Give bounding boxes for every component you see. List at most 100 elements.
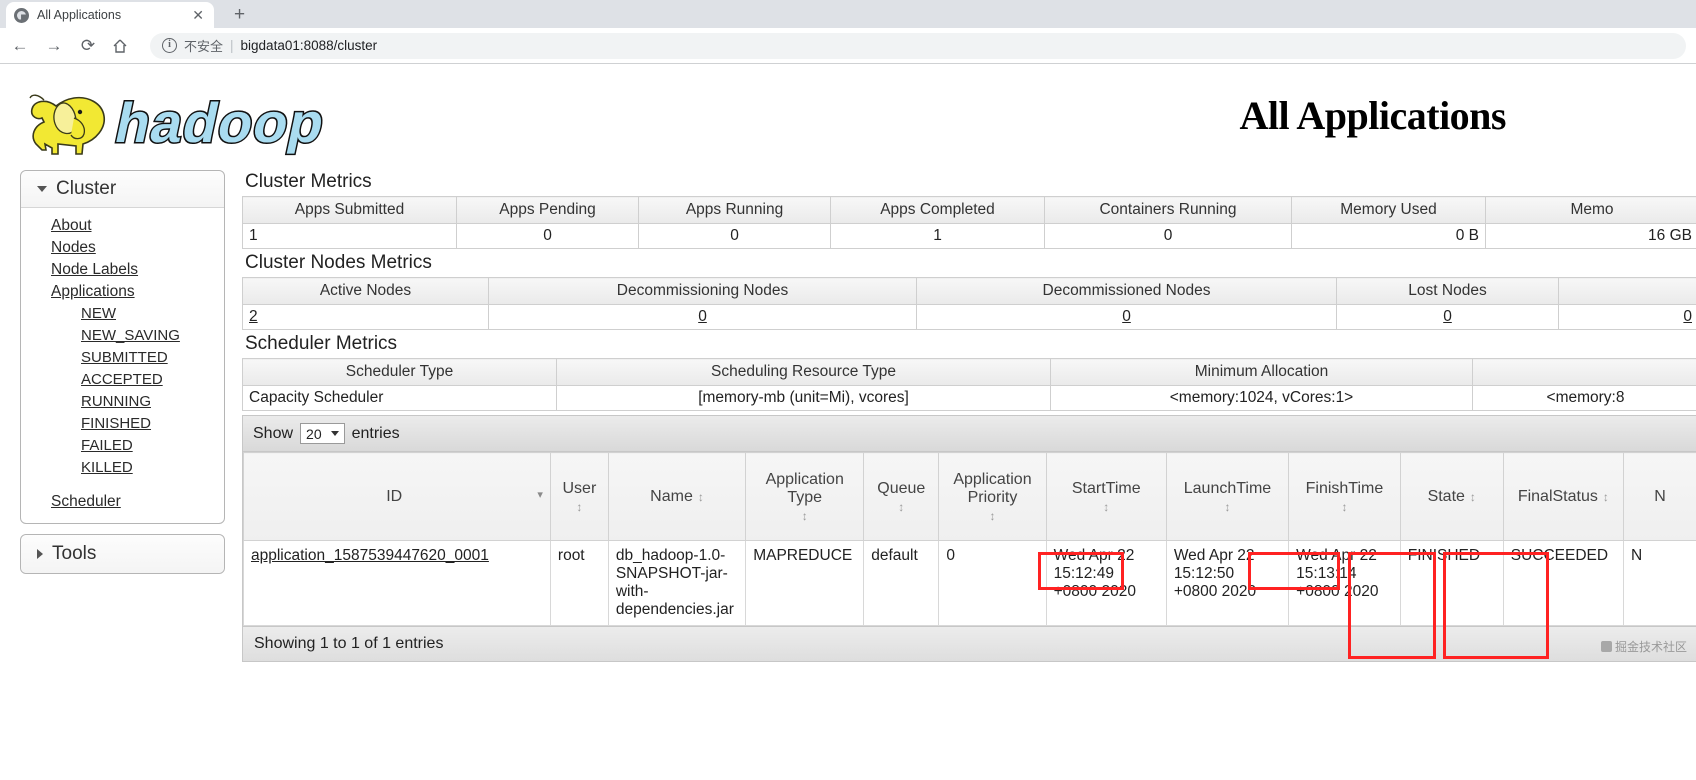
sidebar-state-new[interactable]: NEW bbox=[81, 303, 116, 325]
col-memory-total[interactable]: Memo bbox=[1485, 196, 1696, 224]
sort-icon[interactable]: ↕ bbox=[558, 500, 601, 514]
tools-nav-box[interactable]: Tools bbox=[20, 534, 225, 574]
table-header-row: ID ▾ User ↕ Name ↕ Application Type ↕ Qu… bbox=[243, 452, 1696, 541]
val-decommissioned-nodes[interactable]: 0 bbox=[1122, 308, 1131, 325]
info-icon[interactable]: i bbox=[162, 38, 177, 53]
val-scheduler-type: Capacity Scheduler bbox=[242, 385, 557, 411]
sort-icon[interactable]: ↕ bbox=[871, 500, 931, 514]
col-apps-pending[interactable]: Apps Pending bbox=[456, 196, 639, 224]
val-lost-nodes[interactable]: 0 bbox=[1443, 308, 1452, 325]
sort-icon[interactable]: ↕ bbox=[1296, 500, 1393, 514]
col-queue[interactable]: Queue ↕ bbox=[863, 452, 940, 541]
col-user[interactable]: User ↕ bbox=[549, 452, 609, 541]
cell-start-time: Wed Apr 22 15:12:49 +0800 2020 bbox=[1045, 540, 1167, 626]
sidebar-state-running[interactable]: RUNNING bbox=[81, 391, 151, 413]
page-size-select[interactable]: 20 bbox=[300, 423, 345, 444]
cell-final-status: SUCCEEDED bbox=[1502, 540, 1624, 626]
application-id-link[interactable]: application_1587539447620_0001 bbox=[251, 547, 489, 564]
tools-nav-header[interactable]: Tools bbox=[21, 535, 224, 573]
sort-desc-icon[interactable]: ▾ bbox=[537, 488, 543, 501]
close-icon[interactable]: ✕ bbox=[190, 8, 206, 22]
sort-icon[interactable]: ↕ bbox=[1603, 491, 1609, 503]
col-maximum-allocation[interactable] bbox=[1472, 358, 1696, 386]
table-row: Capacity Scheduler [memory-mb (unit=Mi),… bbox=[242, 385, 1696, 411]
sort-icon[interactable]: ↕ bbox=[698, 491, 704, 503]
col-state[interactable]: State ↕ bbox=[1399, 452, 1504, 541]
entries-label: entries bbox=[351, 424, 400, 442]
col-apps-submitted[interactable]: Apps Submitted bbox=[242, 196, 457, 224]
col-active-nodes[interactable]: Active Nodes bbox=[242, 277, 489, 305]
show-label: Show bbox=[253, 424, 294, 442]
val-scheduling-resource-type: [memory-mb (unit=Mi), vcores] bbox=[556, 385, 1051, 411]
table-header-row: Apps Submitted Apps Pending Apps Running… bbox=[242, 196, 1696, 224]
tools-nav-label: Tools bbox=[52, 543, 97, 564]
col-minimum-allocation[interactable]: Minimum Allocation bbox=[1050, 358, 1473, 386]
sidebar-item-node-labels[interactable]: Node Labels bbox=[51, 259, 138, 281]
col-decommissioned-nodes[interactable]: Decommissioned Nodes bbox=[916, 277, 1337, 305]
sort-icon[interactable]: ↕ bbox=[1470, 491, 1476, 503]
svg-text:hadoop: hadoop bbox=[110, 92, 331, 154]
col-memory-used[interactable]: Memory Used bbox=[1291, 196, 1486, 224]
val-nodes-extra[interactable]: 0 bbox=[1683, 308, 1692, 325]
col-apps-running[interactable]: Apps Running bbox=[638, 196, 831, 224]
table-row[interactable]: application_1587539447620_0001 root db_h… bbox=[243, 540, 1696, 626]
scheduler-metrics-table: Scheduler Type Scheduling Resource Type … bbox=[242, 358, 1696, 411]
sort-icon[interactable]: ↕ bbox=[1054, 500, 1159, 514]
reload-icon[interactable]: ⟳ bbox=[78, 37, 98, 54]
col-start-time[interactable]: StartTime ↕ bbox=[1045, 452, 1167, 541]
home-icon[interactable] bbox=[112, 38, 132, 54]
col-name[interactable]: Name ↕ bbox=[607, 452, 747, 541]
security-label: 不安全 bbox=[184, 39, 224, 54]
sort-icon[interactable]: ↕ bbox=[1174, 500, 1281, 514]
forward-icon[interactable]: → bbox=[44, 37, 64, 54]
chevron-right-icon bbox=[37, 549, 43, 559]
col-apps-completed[interactable]: Apps Completed bbox=[830, 196, 1045, 224]
browser-chrome: All Applications ✕ + bbox=[0, 0, 1696, 28]
sidebar-item-applications[interactable]: Applications bbox=[51, 281, 135, 303]
col-id[interactable]: ID ▾ bbox=[243, 452, 551, 541]
chevron-down-icon bbox=[37, 186, 47, 192]
col-final-status[interactable]: FinalStatus ↕ bbox=[1502, 452, 1624, 541]
col-nodes-extra[interactable] bbox=[1558, 277, 1696, 305]
cluster-nodes-metrics-title: Cluster Nodes Metrics bbox=[245, 252, 432, 273]
cluster-metrics-table: Apps Submitted Apps Pending Apps Running… bbox=[242, 196, 1696, 249]
sidebar-state-submitted[interactable]: SUBMITTED bbox=[81, 347, 168, 369]
cluster-nav-header[interactable]: Cluster bbox=[21, 171, 224, 208]
sort-icon[interactable]: ↕ bbox=[946, 509, 1038, 523]
new-tab-button[interactable]: + bbox=[228, 5, 251, 24]
col-containers-running[interactable]: Containers Running bbox=[1044, 196, 1292, 224]
back-icon[interactable]: ← bbox=[10, 37, 30, 54]
address-bar[interactable]: i 不安全 | bigdata01:8088/cluster bbox=[150, 32, 1686, 59]
col-launch-time[interactable]: LaunchTime ↕ bbox=[1165, 452, 1290, 541]
sidebar-item-nodes[interactable]: Nodes bbox=[51, 237, 96, 259]
sidebar-state-failed[interactable]: FAILED bbox=[81, 435, 133, 457]
col-scheduler-type[interactable]: Scheduler Type bbox=[242, 358, 557, 386]
col-lost-nodes[interactable]: Lost Nodes bbox=[1336, 277, 1559, 305]
sort-icon[interactable]: ↕ bbox=[753, 509, 856, 523]
sidebar-item-about[interactable]: About bbox=[51, 215, 92, 237]
watermark-icon bbox=[1600, 641, 1612, 652]
cell-application-priority: 0 bbox=[938, 540, 1047, 626]
sidebar-item-scheduler[interactable]: Scheduler bbox=[51, 491, 121, 513]
omnibox-separator: | bbox=[230, 38, 234, 53]
sidebar-state-finished[interactable]: FINISHED bbox=[81, 413, 151, 435]
val-decommissioning-nodes[interactable]: 0 bbox=[698, 308, 707, 325]
col-finish-time[interactable]: FinishTime ↕ bbox=[1288, 452, 1401, 541]
col-id-label: ID bbox=[386, 487, 403, 505]
val-active-nodes[interactable]: 2 bbox=[249, 308, 258, 325]
sidebar-state-new-saving[interactable]: NEW_SAVING bbox=[81, 325, 180, 347]
col-scheduling-resource-type[interactable]: Scheduling Resource Type bbox=[556, 358, 1051, 386]
col-decommissioning-nodes[interactable]: Decommissioning Nodes bbox=[488, 277, 917, 305]
sidebar-state-accepted[interactable]: ACCEPTED bbox=[81, 369, 163, 391]
showing-entries-label: Showing 1 to 1 of 1 entries bbox=[254, 635, 444, 652]
col-extra[interactable]: N bbox=[1622, 452, 1696, 541]
col-application-priority[interactable]: Application Priority ↕ bbox=[938, 452, 1047, 541]
sidebar-state-killed[interactable]: KILLED bbox=[81, 457, 133, 479]
cluster-nav-label: Cluster bbox=[56, 178, 117, 199]
val-memory-used: 0 B bbox=[1291, 223, 1486, 249]
chevron-down-icon bbox=[330, 431, 339, 436]
val-apps-pending: 0 bbox=[456, 223, 639, 249]
col-application-type[interactable]: Application Type ↕ bbox=[745, 452, 865, 541]
sidebar: Cluster About Nodes Node Labels Applicat… bbox=[0, 164, 225, 574]
browser-tab[interactable]: All Applications ✕ bbox=[6, 2, 214, 28]
